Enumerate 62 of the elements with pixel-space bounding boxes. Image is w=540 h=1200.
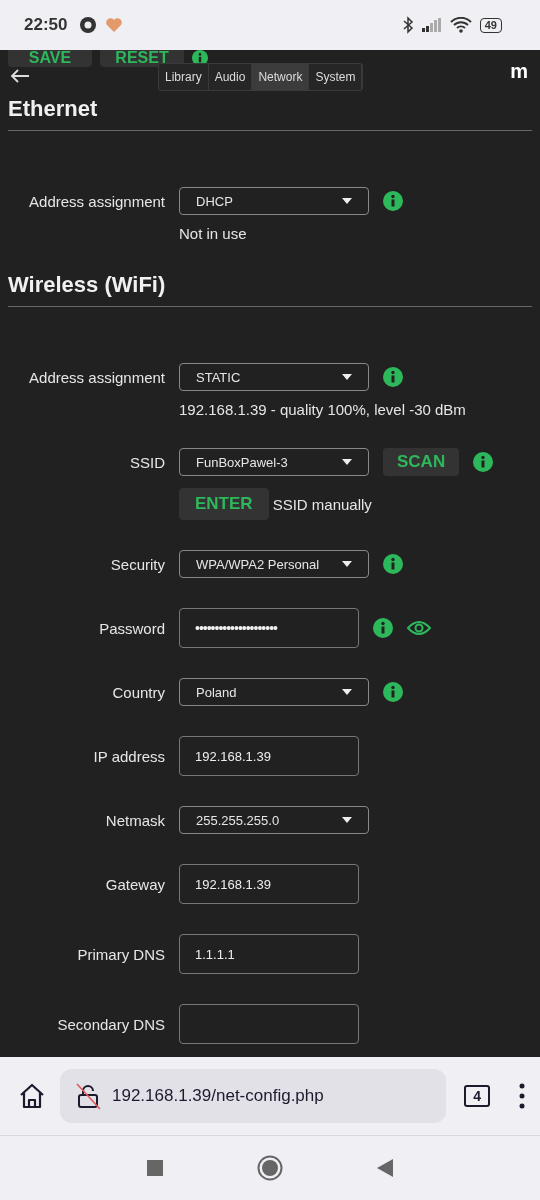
caret-icon xyxy=(342,689,352,695)
back-icon[interactable] xyxy=(377,1159,393,1177)
tab-count-button[interactable]: 4 xyxy=(464,1085,490,1107)
scan-button[interactable]: SCAN xyxy=(383,448,460,476)
info-icon[interactable] xyxy=(383,367,403,387)
caret-icon xyxy=(342,817,352,823)
wifi-icon xyxy=(449,17,472,33)
eye-icon[interactable] xyxy=(407,620,431,636)
back-arrow-icon[interactable] xyxy=(10,68,30,84)
section-title: Ethernet xyxy=(8,96,532,131)
dropdown[interactable]: DHCP xyxy=(179,187,369,215)
nav-tab[interactable]: System xyxy=(309,64,363,90)
status-text: 192.168.1.39 - quality 100%, level -30 dBm xyxy=(179,401,467,418)
logo: m xyxy=(510,60,528,83)
enter-button[interactable]: ENTER xyxy=(179,488,269,520)
caret-icon xyxy=(342,561,352,567)
bluetooth-icon xyxy=(401,16,414,34)
home-button-icon[interactable] xyxy=(257,1155,283,1181)
info-icon[interactable] xyxy=(383,554,403,574)
caret-icon xyxy=(342,459,352,465)
more-icon[interactable] xyxy=(518,1082,526,1110)
field-label: Secondary DNS xyxy=(56,1015,165,1033)
password-field[interactable]: ••••••••••••••••••••• xyxy=(179,608,359,648)
battery-icon: 49 xyxy=(479,17,502,33)
signal-icon xyxy=(421,18,442,32)
caret-icon xyxy=(342,374,352,380)
status-time: 22:50 xyxy=(24,15,68,35)
dropdown[interactable]: STATIC xyxy=(179,363,369,391)
field-label: Password xyxy=(98,619,165,637)
field-label: Netmask xyxy=(104,811,165,829)
field-label: Primary DNS xyxy=(76,945,165,963)
nav-tab[interactable]: Network xyxy=(252,64,310,90)
field-label: Security xyxy=(109,555,165,573)
dropdown[interactable]: 255.255.255.0 xyxy=(179,806,369,834)
field-label: Address assignment xyxy=(28,192,165,210)
home-icon[interactable] xyxy=(18,1082,46,1110)
nav-tab[interactable]: Library xyxy=(159,64,209,90)
unlocked-icon xyxy=(74,1082,102,1110)
field-label: Country xyxy=(111,683,165,701)
info-icon[interactable] xyxy=(383,191,403,211)
info-icon[interactable] xyxy=(473,452,494,472)
info-icon[interactable] xyxy=(383,682,403,702)
section-title: Wireless (WiFi) xyxy=(8,272,532,307)
input-field[interactable]: 192.168.1.39 xyxy=(179,736,359,776)
field-label: Gateway xyxy=(104,875,165,893)
input-field[interactable] xyxy=(179,1004,359,1044)
field-label: IP address xyxy=(92,747,165,765)
input-field[interactable]: 1.1.1.1 xyxy=(179,934,359,974)
input-field[interactable]: 192.168.1.39 xyxy=(179,864,359,904)
header-button[interactable]: RESET xyxy=(100,50,184,67)
info-icon[interactable] xyxy=(373,618,393,638)
heart-icon xyxy=(105,17,124,33)
status-text: Not in use xyxy=(179,225,248,242)
header-button[interactable]: SAVE xyxy=(8,50,92,67)
dropdown[interactable]: FunBoxPawel-3 xyxy=(179,448,369,476)
dropdown[interactable]: WPA/WPA2 Personal xyxy=(179,550,369,578)
caret-icon xyxy=(342,198,352,204)
dropdown[interactable]: Poland xyxy=(179,678,369,706)
address-bar[interactable]: 192.168.1.39/net-config.php xyxy=(60,1069,447,1123)
field-label: SSID xyxy=(129,453,165,471)
manual-label: SSID manually xyxy=(272,495,372,513)
field-label: Address assignment xyxy=(28,368,165,386)
